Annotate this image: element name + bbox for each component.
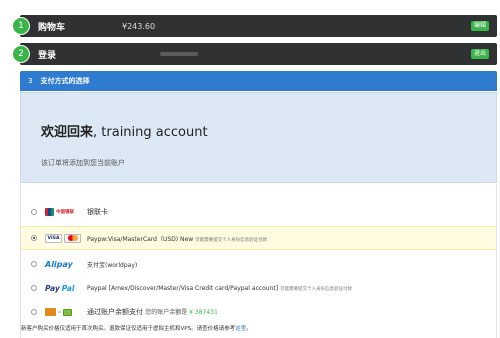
payment-option-paypal[interactable]: Pay Pal Paypal [Amex/Discover/Master/Visa… [21, 276, 496, 300]
step-title: 购物车 [38, 22, 66, 33]
radio-button[interactable] [31, 261, 37, 267]
visa-mastercard-logo-icon: VISA [45, 232, 81, 244]
payment-option-label: 银联卡 [87, 208, 108, 216]
balance-label: 您的账户余额是 [145, 309, 188, 316]
welcome-subtitle: 该订单将添加到您当前账户 [41, 159, 125, 167]
payment-option-alipay[interactable]: Alipay 支付宝(worldpay) [21, 252, 496, 276]
payment-option-note: 可能需要提交个人身份信息验证付款 [280, 286, 353, 292]
payment-option-label: Paypal [Amex/Discover/Master/Visa Credit… [87, 284, 353, 292]
payment-option-unionpay[interactable]: 中国银联 银联卡 [21, 200, 496, 224]
unionpay-logo-icon: 中国银联 [45, 206, 74, 218]
payment-option-note: 可能需要提交个人身份信息验证付款 [195, 237, 268, 243]
paypal-logo-icon: Pay Pal [45, 283, 75, 293]
step-number: 2 [12, 45, 30, 63]
payment-option-label: Paypw:Visa/MasterCard（USD) New 可能需要提交个人身份… [87, 235, 268, 243]
radio-button[interactable] [31, 309, 37, 315]
payment-option-account-balance[interactable]: - 通过账户余额支付 您的账户余额是 ¥ 387431 [21, 300, 496, 324]
step-number: 3 [28, 77, 33, 85]
step-login-bar: 2 登录 退出 [12, 43, 497, 65]
wallet-icon: - [45, 306, 72, 318]
logout-button[interactable]: 退出 [470, 49, 489, 59]
welcome-title: 欢迎回来, training account [41, 125, 208, 140]
payment-option-label: 通过账户余额支付 您的账户余额是 ¥ 387431 [87, 308, 218, 316]
payment-method-list: 中国银联 银联卡 VISA Paypw:Visa/MasterCard（USD)… [20, 184, 497, 338]
payment-option-label: 支付宝(worldpay) [87, 261, 138, 269]
radio-button[interactable] [31, 209, 37, 215]
footer-note: 新客户购买价格仅适用于首次购买。退款保证仅适用于虚拟主机和VPS。请查价格请参考… [21, 326, 252, 332]
step-title: 支付方式的选择 [40, 77, 90, 85]
step-number: 1 [12, 17, 30, 35]
radio-button[interactable] [31, 285, 37, 291]
step-cart-bar: 1 购物车 ¥243.60 编辑 [12, 15, 497, 37]
radio-button-selected[interactable] [31, 235, 37, 241]
alipay-logo-icon: Alipay [45, 259, 73, 269]
masked-account-name [160, 52, 198, 56]
welcome-panel: 欢迎回来, training account 该订单将添加到您当前账户 [20, 92, 497, 183]
payment-option-visa-mastercard[interactable]: VISA Paypw:Visa/MasterCard（USD) New 可能需要提… [21, 226, 496, 250]
balance-amount: ¥ 387431 [189, 309, 218, 316]
cart-total: ¥243.60 [122, 21, 156, 31]
step-payment-header: 3 支付方式的选择 [20, 71, 497, 91]
step-title: 登录 [38, 50, 57, 61]
edit-cart-button[interactable]: 编辑 [470, 21, 489, 31]
reference-link[interactable]: 这里 [235, 326, 246, 332]
